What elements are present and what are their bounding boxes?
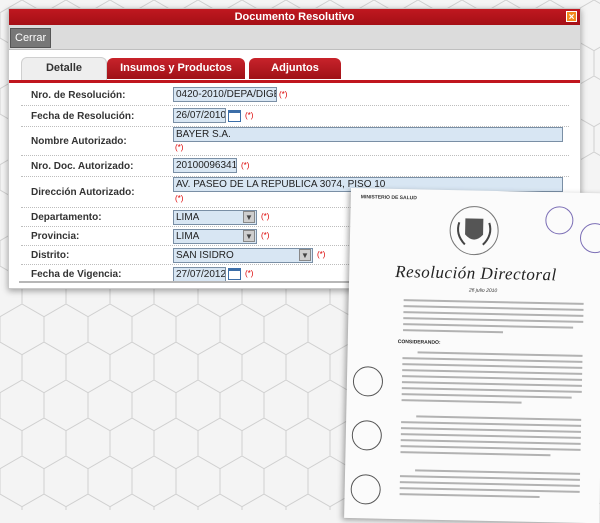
doc-title: Resolución Directoral <box>395 261 557 285</box>
row-nro-doc-autorizado: Nro. Doc. Autorizado: 20100096341 (*) <box>21 156 569 177</box>
close-icon[interactable]: × <box>566 11 577 23</box>
doc-text-line <box>403 311 584 317</box>
doc-considerando: CONSIDERANDO: <box>397 339 441 346</box>
doc-text-line <box>417 351 583 357</box>
chevron-down-icon[interactable]: ▼ <box>243 230 255 242</box>
tab-insumos-y-productos[interactable]: Insumos y Productos <box>107 58 245 79</box>
doc-text-line <box>400 439 581 445</box>
doc-text-line <box>416 415 582 421</box>
required-mark: (*) <box>175 143 184 152</box>
distrito-select[interactable]: SAN ISIDRO <box>173 248 313 263</box>
required-mark: (*) <box>241 161 250 170</box>
doc-text-line <box>402 369 583 375</box>
label-fecha-vigencia: Fecha de Vigencia: <box>31 269 122 280</box>
chevron-down-icon[interactable]: ▼ <box>243 211 255 223</box>
doc-text-line <box>399 481 580 487</box>
stamp-icon <box>350 474 382 505</box>
stamp-icon <box>351 420 383 451</box>
label-fecha-resolucion: Fecha de Resolución: <box>31 111 135 122</box>
row-fecha-resolucion: Fecha de Resolución: 26/07/2010 (*) <box>21 106 569 127</box>
label-direccion-autorizado: Dirección Autorizado: <box>31 187 135 198</box>
doc-text-line <box>401 387 582 393</box>
doc-text-line <box>399 487 580 493</box>
doc-text-line <box>403 317 584 323</box>
row-nombre-autorizado: Nombre Autorizado: BAYER S.A. (*) <box>21 127 569 156</box>
nombre-autorizado-field[interactable]: BAYER S.A. <box>173 127 563 142</box>
required-mark: (*) <box>245 269 254 278</box>
tab-detalle[interactable]: Detalle <box>21 57 107 81</box>
fecha-vigencia-field[interactable]: 27/07/2012 <box>173 267 226 282</box>
required-mark: (*) <box>261 231 270 240</box>
label-provincia: Provincia: <box>31 231 80 242</box>
doc-text-line <box>401 381 582 387</box>
required-mark: (*) <box>245 111 254 120</box>
doc-text-line <box>403 323 574 329</box>
doc-text-line <box>399 475 580 481</box>
label-nro-doc-autorizado: Nro. Doc. Autorizado: <box>31 161 134 172</box>
label-nro-resolucion: Nro. de Resolución: <box>31 90 126 101</box>
required-mark: (*) <box>279 90 288 99</box>
resolucion-document-image: MINISTERIO DE SALUD Resolución Directora… <box>344 188 600 523</box>
doc-text-line <box>399 493 540 499</box>
doc-text-line <box>402 357 583 363</box>
tab-underline <box>9 80 580 83</box>
dialog-titlebar: Documento Resolutivo × <box>9 9 580 25</box>
fecha-resolucion-field[interactable]: 26/07/2010 <box>173 108 226 123</box>
doc-text-line <box>402 363 583 369</box>
stamp-icon <box>579 222 600 254</box>
row-nro-resolucion: Nro. de Resolución: 0420-2010/DEPA/DIGES… <box>21 85 569 106</box>
dialog-title: Documento Resolutivo <box>234 11 355 23</box>
doc-text-line <box>403 299 584 305</box>
doc-text-line <box>400 445 581 451</box>
required-mark: (*) <box>175 194 184 203</box>
doc-text-line <box>403 305 584 311</box>
doc-text-line <box>402 375 583 381</box>
doc-text-line <box>401 421 582 427</box>
tab-strip: Detalle Insumos y Productos Adjuntos <box>9 56 580 83</box>
dialog-toolbar: Cerrar <box>9 25 580 50</box>
doc-text-line <box>400 427 581 433</box>
coat-of-arms-icon <box>449 206 499 256</box>
chevron-down-icon[interactable]: ▼ <box>299 249 311 261</box>
cerrar-button[interactable]: Cerrar <box>10 28 52 48</box>
doc-text-line <box>403 329 504 334</box>
calendar-icon[interactable] <box>228 268 241 280</box>
label-nombre-autorizado: Nombre Autorizado: <box>31 136 127 147</box>
doc-text-line <box>400 433 581 439</box>
doc-text-line <box>401 399 522 404</box>
required-mark: (*) <box>317 250 326 259</box>
nro-resolucion-field[interactable]: 0420-2010/DEPA/DIGES <box>173 87 277 102</box>
stamp-icon <box>545 206 574 235</box>
label-distrito: Distrito: <box>31 250 70 261</box>
nro-doc-autorizado-field[interactable]: 20100096341 <box>173 158 237 173</box>
calendar-icon[interactable] <box>228 110 241 122</box>
stamp-icon <box>352 366 384 397</box>
tab-adjuntos[interactable]: Adjuntos <box>249 58 341 79</box>
doc-ministry-header: MINISTERIO DE SALUD <box>360 194 417 202</box>
required-mark: (*) <box>261 212 270 221</box>
label-departamento: Departamento: <box>31 212 102 223</box>
doc-date: 26 julio 2010 <box>468 287 498 295</box>
doc-text-line <box>400 451 551 457</box>
doc-text-line <box>401 393 572 399</box>
doc-text-line <box>415 469 581 475</box>
